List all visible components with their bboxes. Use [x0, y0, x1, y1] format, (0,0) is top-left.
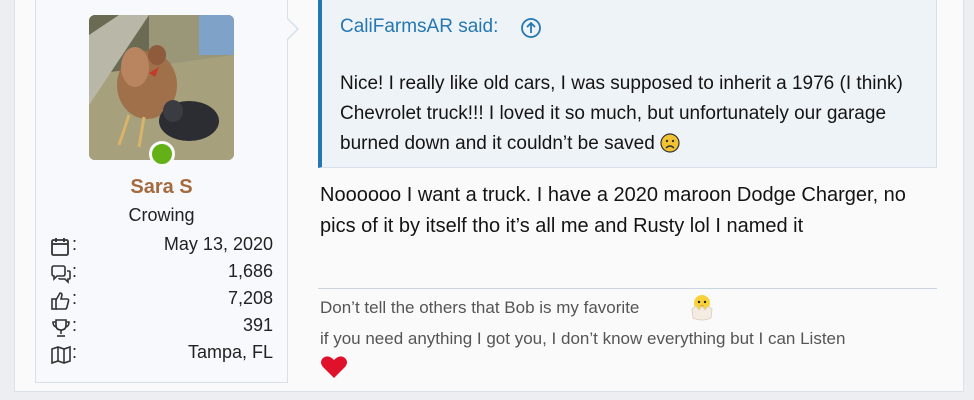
stat-joined-value: May 13, 2020	[163, 234, 273, 254]
calendar-icon	[51, 238, 69, 256]
signature-line-2: if you need anything I got you, I don’t …	[320, 329, 846, 348]
stat-colon: :	[72, 315, 78, 335]
username-link[interactable]: Sara S	[35, 176, 288, 199]
post-body: Noooooo I want a truck. I have a 2020 ma…	[320, 184, 906, 237]
hatching-chick-icon	[691, 295, 713, 321]
stat-points[interactable]: : 391	[50, 315, 275, 341]
avatar[interactable]	[89, 15, 234, 160]
heart-icon	[321, 356, 347, 378]
stat-points-value: 391	[242, 315, 273, 335]
map-icon	[51, 345, 71, 365]
stat-colon: :	[72, 261, 78, 281]
stat-reactions-value: 7,208	[227, 288, 273, 308]
stat-colon: :	[72, 288, 78, 308]
stat-colon: :	[72, 342, 78, 362]
quote-text: Nice! I really like old cars, I was supp…	[340, 69, 925, 159]
stat-colon: :	[72, 234, 78, 254]
stat-messages[interactable]: : 1,686	[50, 261, 275, 287]
thumbs-up-icon	[51, 292, 70, 310]
stat-location[interactable]: : Tampa, FL	[50, 342, 275, 368]
stat-messages-value: 1,686	[227, 261, 273, 281]
quote-author-link[interactable]: CaliFarmsAR said:	[340, 16, 498, 38]
stat-joined: : May 13, 2020	[50, 234, 275, 260]
signature-line-1: Don’t tell the others that Bob is my fav…	[320, 298, 640, 317]
stat-location-value: Tampa, FL	[187, 342, 273, 362]
message-pointer-inner	[287, 19, 297, 39]
user-title: Crowing	[128, 205, 195, 225]
avatar-image	[89, 15, 234, 160]
signature-divider	[318, 288, 937, 289]
sad-face-icon	[660, 133, 680, 153]
trophy-icon	[52, 319, 70, 337]
stat-reactions[interactable]: : 7,208	[50, 288, 275, 314]
arrow-up-circle-icon[interactable]	[520, 17, 542, 39]
messages-icon	[51, 265, 71, 284]
online-status-indicator	[149, 141, 175, 167]
quote-text-content: Nice! I really like old cars, I was supp…	[340, 73, 903, 154]
